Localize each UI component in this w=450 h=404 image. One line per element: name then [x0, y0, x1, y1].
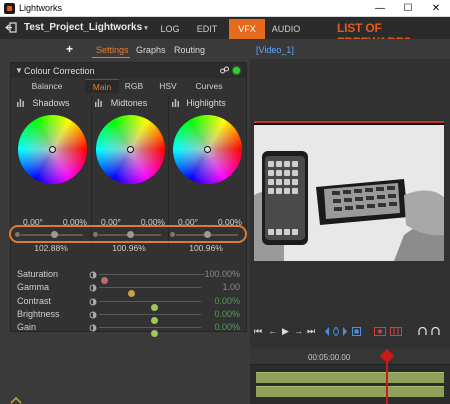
video-frame-image	[254, 125, 444, 261]
colour-correction-panel: ▼ Colour Correction Balance Main RGB HSV…	[10, 62, 247, 337]
mark-out-icon[interactable]	[342, 327, 348, 336]
viewer-header: [Video_1]	[250, 39, 450, 59]
link-icon[interactable]	[220, 66, 229, 74]
saturation-slider[interactable]	[99, 274, 201, 284]
highlights-colour-wheel[interactable]	[173, 115, 242, 184]
jump-start-icon[interactable]: ⏮	[254, 326, 262, 337]
video-track-clip[interactable]	[256, 372, 444, 383]
main-menubar: Test_Project_Lightworks ▾ LOG EDIT VFX AU…	[0, 17, 450, 49]
keyframe-icon[interactable]	[89, 284, 97, 292]
vfx-subtabs: + Settings Graphs Routing	[0, 39, 250, 59]
brightness-label: Brightness	[17, 309, 60, 319]
effect-enabled-indicator[interactable]	[233, 67, 240, 74]
wheel-center-handle[interactable]	[204, 146, 211, 153]
tab-hsv[interactable]: HSV	[153, 79, 183, 93]
wheel-center-handle[interactable]	[49, 146, 56, 153]
play-icon[interactable]: ▶	[282, 326, 289, 337]
colour-correction-tabs: Balance Main RGB HSV Curves	[11, 79, 246, 93]
step-back-icon[interactable]: ←	[268, 326, 277, 336]
contrast-label: Contrast	[17, 296, 52, 306]
midtones-colour-wheel[interactable]	[96, 115, 165, 184]
add-effect-button[interactable]: +	[66, 42, 73, 56]
lightworks-app-icon	[4, 3, 15, 14]
maximize-button[interactable]: ☐	[394, 0, 422, 17]
gamma-label: Gamma	[17, 282, 50, 292]
gain-knob[interactable]	[151, 330, 158, 337]
keyframe-icon[interactable]	[89, 271, 97, 279]
brightness-slider[interactable]	[99, 314, 201, 324]
saturation-highlight-annotation	[9, 225, 247, 243]
vfx-settings-panel: + Settings Graphs Routing ▼ Colour Corre…	[0, 39, 250, 404]
gain-slider[interactable]	[99, 327, 201, 337]
saturation-row: Saturation -100.00%	[11, 268, 246, 284]
contrast-slider[interactable]	[99, 301, 201, 311]
clip-label[interactable]: [Video_1]	[256, 45, 294, 55]
timeline-ruler[interactable]: 00:05:00.00	[250, 348, 450, 365]
shadows-colour-wheel[interactable]	[18, 115, 87, 184]
window-titlebar: Lightworks — ☐ ✕	[0, 0, 450, 17]
brightness-value[interactable]: 0.00%	[214, 309, 240, 319]
keyframe-icon[interactable]	[89, 324, 97, 332]
gain-row: Gain 0.00%	[11, 321, 246, 337]
tab-graphs[interactable]: Graphs	[136, 45, 166, 55]
gamma-value[interactable]: 1.00	[222, 282, 240, 292]
gamma-row: Gamma 1.00	[11, 281, 246, 297]
keyframe-icon[interactable]	[89, 298, 97, 306]
project-name-menu[interactable]: Test_Project_Lightworks ▾	[24, 22, 148, 33]
audio-track-clip[interactable]	[256, 386, 444, 397]
phones-photo	[254, 125, 444, 261]
tab-curves[interactable]: Curves	[189, 79, 229, 93]
saturation-label: Saturation	[17, 269, 59, 279]
contrast-row: Contrast 0.00%	[11, 295, 246, 311]
transport-controls: ⏮ ← ▶ → ⏭	[254, 326, 446, 338]
tab-rgb[interactable]: RGB	[119, 79, 149, 93]
colour-correction-header[interactable]: ▼ Colour Correction	[11, 63, 246, 78]
timecode-label: 00:05:00.00	[308, 353, 351, 362]
saturation-value[interactable]: -100.00%	[201, 269, 240, 279]
tab-routing[interactable]: Routing	[174, 45, 205, 55]
video-viewer[interactable]	[254, 121, 444, 261]
viewer-panel: [Video_1] ⏮ ← ▶ → ⏭ 00:05:00.00	[250, 39, 450, 404]
brightness-row: Brightness 0.00%	[11, 308, 246, 324]
step-forward-icon[interactable]: →	[294, 326, 303, 336]
midtones-level-value: 100.96%	[112, 243, 146, 253]
mark-in-icon[interactable]	[324, 327, 330, 336]
minimize-button[interactable]: —	[366, 0, 394, 17]
gain-label: Gain	[17, 322, 37, 332]
exit-project-icon[interactable]	[5, 22, 17, 33]
redo-icon[interactable]	[431, 327, 440, 336]
gain-value[interactable]: 0.00%	[214, 322, 240, 332]
undo-icon[interactable]	[418, 327, 427, 336]
tab-log[interactable]: LOG	[155, 19, 185, 39]
wheel-center-handle[interactable]	[127, 146, 134, 153]
shadows-level-value: 102.88%	[34, 243, 68, 253]
contrast-value[interactable]: 0.00%	[214, 296, 240, 306]
highlights-label: Highlights	[186, 98, 226, 108]
timeline[interactable]: 00:05:00.00	[250, 348, 450, 404]
keyframe-icon[interactable]	[89, 311, 97, 319]
collapse-icon[interactable]: ▼	[15, 66, 23, 75]
tab-main[interactable]: Main	[85, 79, 119, 93]
shadows-label: Shadows	[32, 98, 70, 108]
window-title: Lightworks	[19, 3, 63, 13]
replace-icon[interactable]	[374, 327, 386, 336]
mark-clip-icon[interactable]	[352, 327, 361, 336]
chevron-up-icon[interactable]	[10, 396, 22, 404]
highlights-level-value: 100.96%	[189, 243, 223, 253]
gamma-slider[interactable]	[99, 287, 201, 297]
colour-correction-title: Colour Correction	[24, 66, 95, 76]
tab-vfx[interactable]: VFX	[229, 19, 265, 39]
tab-balance[interactable]: Balance	[27, 79, 67, 93]
clear-marks-icon[interactable]	[333, 327, 339, 336]
tab-audio[interactable]: AUDIO	[267, 19, 305, 39]
tab-settings[interactable]: Settings	[96, 45, 129, 55]
insert-icon[interactable]	[390, 327, 402, 336]
tab-edit[interactable]: EDIT	[192, 19, 222, 39]
jump-end-icon[interactable]: ⏭	[307, 326, 315, 337]
close-button[interactable]: ✕	[422, 0, 450, 17]
active-tab-underline	[92, 57, 130, 58]
midtones-label: Midtones	[110, 98, 148, 108]
